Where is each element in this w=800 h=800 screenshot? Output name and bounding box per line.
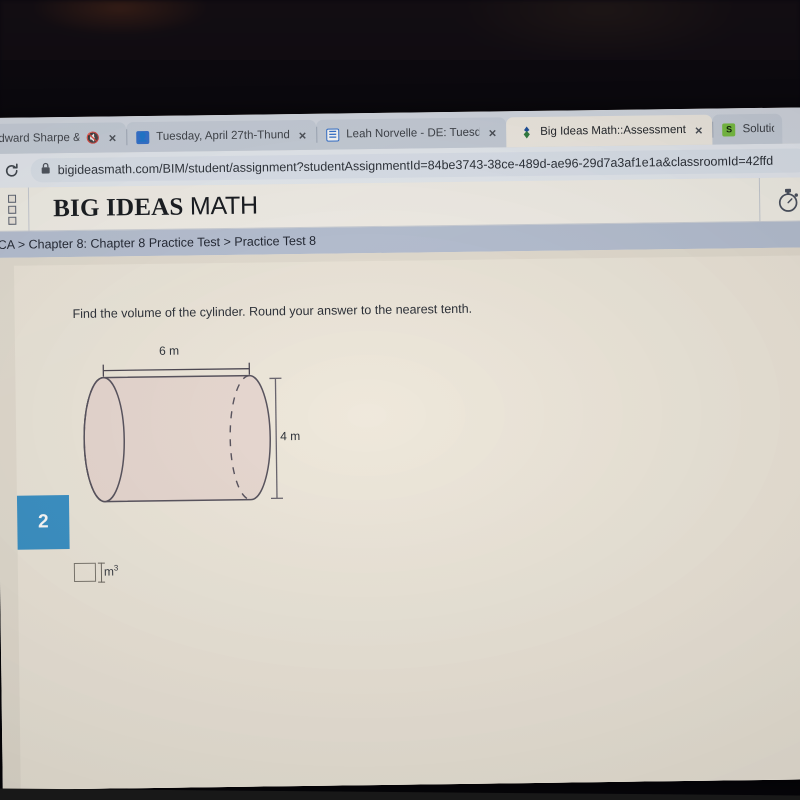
- tab-label: Tuesday, April 27th-Thunder: [156, 129, 290, 143]
- tab-label: Big Ideas Math::Assessment: [540, 123, 687, 138]
- stopwatch-icon[interactable]: [758, 176, 800, 222]
- question-number-badge[interactable]: 2: [16, 495, 70, 550]
- browser-tab-calendar[interactable]: 👤 Tuesday, April 27th-Thunder ×: [126, 119, 317, 153]
- socrative-icon: S: [722, 122, 736, 136]
- header-spacer: [258, 199, 759, 206]
- document-icon: ☰: [326, 127, 340, 142]
- cylinder-figure: 6 m 4 m: [73, 340, 315, 528]
- logo-bold-text: BIG IDEAS: [53, 193, 184, 223]
- unit-label: m3: [104, 563, 119, 578]
- tab-label: Leah Norvelle - DE: Tuesday,: [346, 126, 480, 141]
- tab-close-icon[interactable]: ×: [297, 127, 309, 142]
- page-title: BIG IDEAS MATH: [53, 192, 258, 224]
- lock-icon: [41, 161, 51, 179]
- logo-thin-text: MATH: [189, 191, 258, 221]
- browser-tab-solution[interactable]: S Solution: [712, 113, 783, 145]
- tab-label: Solution: [742, 122, 775, 136]
- answer-input[interactable]: [73, 562, 97, 582]
- browser-tab-doc[interactable]: ☰ Leah Norvelle - DE: Tuesday, ×: [316, 117, 507, 150]
- tab-label: dward Sharpe & Th: [0, 131, 80, 145]
- length-label: 6 m: [158, 343, 180, 358]
- height-label: 4 m: [280, 429, 301, 444]
- laptop-screen: dward Sharpe & Th 🔇 × 👤 Tuesday, April 2…: [0, 107, 800, 790]
- answer-row: m3: [73, 562, 119, 583]
- bim-icon: [520, 125, 533, 139]
- url-text: bigideasmath.com/BIM/student/assignment?…: [57, 153, 774, 178]
- menu-icon[interactable]: [0, 187, 30, 232]
- tab-close-icon[interactable]: ×: [487, 125, 499, 140]
- question-panel: 2 Find the volume of the cylinder. Round…: [13, 255, 800, 790]
- tab-mute-icon[interactable]: 🔇: [86, 131, 100, 144]
- text-cursor-icon: [97, 562, 106, 583]
- browser-tab-media[interactable]: dward Sharpe & Th 🔇 ×: [0, 122, 127, 154]
- tab-close-icon[interactable]: ×: [693, 122, 705, 137]
- question-prompt: Find the volume of the cylinder. Round y…: [72, 301, 473, 321]
- calendar-icon: 👤: [136, 130, 150, 144]
- url-omnibox[interactable]: bigideasmath.com/BIM/student/assignment?…: [30, 148, 800, 183]
- tab-close-icon[interactable]: ×: [107, 130, 119, 145]
- unit-exponent: 3: [113, 563, 119, 573]
- photo-of-screen: dward Sharpe & Th 🔇 × 👤 Tuesday, April 2…: [0, 0, 800, 800]
- assignment-body: 2 Find the volume of the cylinder. Round…: [0, 247, 800, 790]
- browser-tab-big-ideas-math[interactable]: Big Ideas Math::Assessment ×: [506, 114, 713, 148]
- reload-icon[interactable]: [1, 160, 23, 182]
